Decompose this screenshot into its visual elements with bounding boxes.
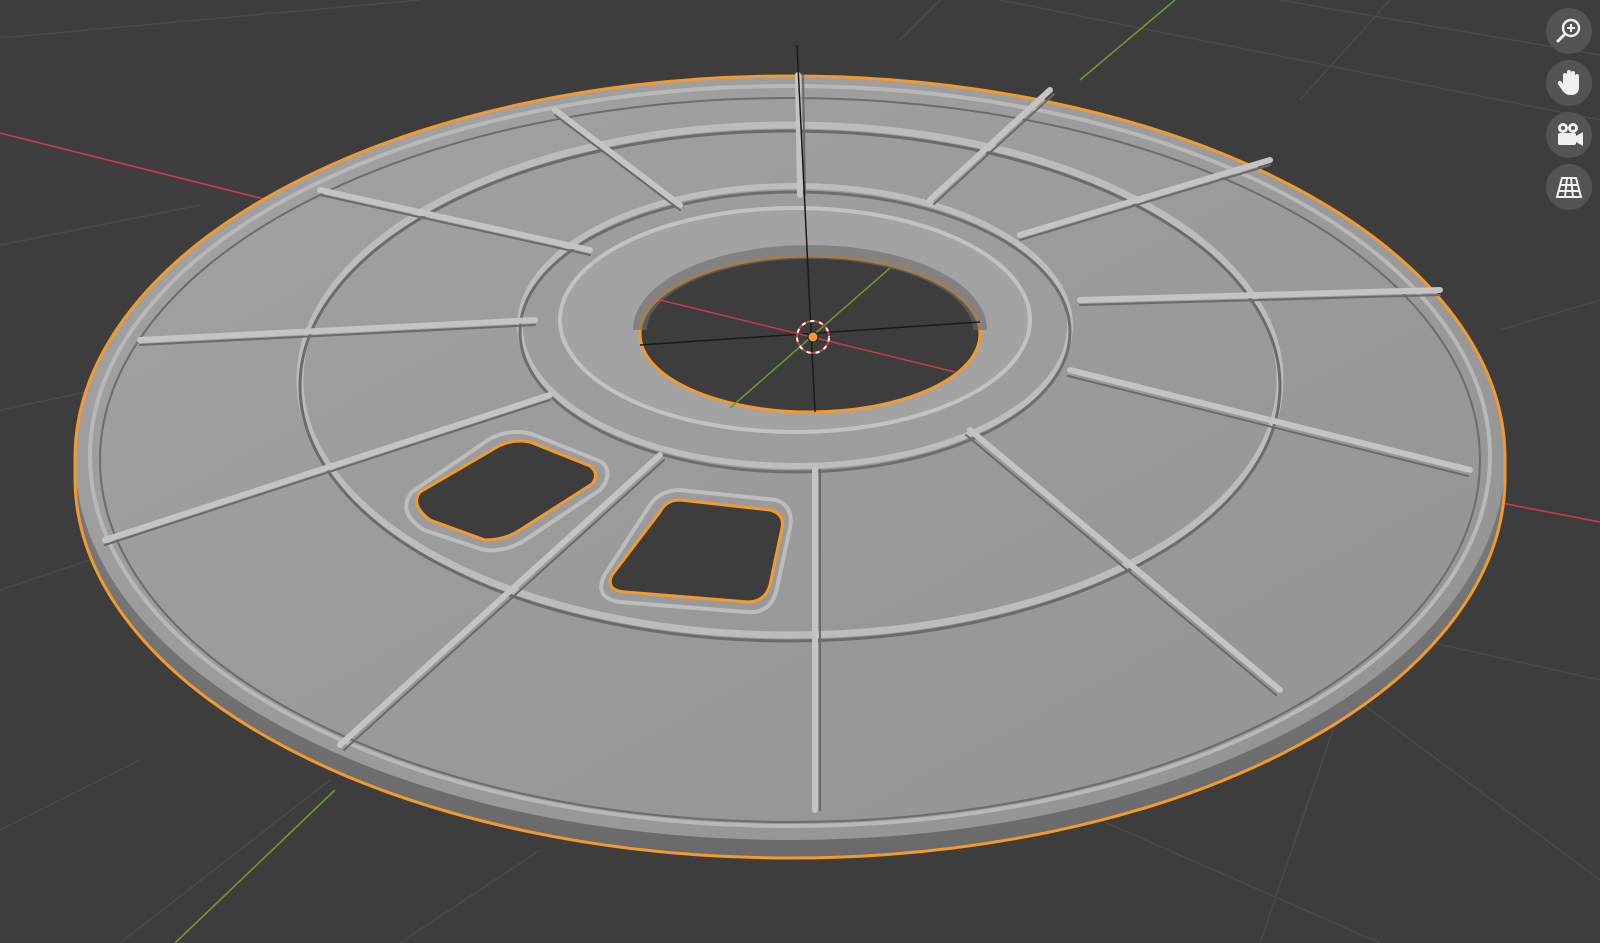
grid-perspective-icon [1555,177,1583,198]
x-axis-line [0,132,281,204]
hand-icon [1557,70,1579,95]
3d-viewport[interactable] [0,0,1600,943]
navigation-gizmos [1546,8,1592,210]
camera-icon [1558,123,1583,146]
zoom-button[interactable] [1546,8,1592,54]
y-axis-line [174,789,336,943]
camera-view-button[interactable] [1546,112,1592,158]
zoom-in-icon [1556,18,1581,43]
y-axis-line [1079,0,1176,81]
perspective-toggle-button[interactable] [1546,164,1592,210]
scene-canvas[interactable] [0,0,1600,943]
mesh-object[interactable] [73,72,1507,860]
pan-button[interactable] [1546,60,1592,106]
